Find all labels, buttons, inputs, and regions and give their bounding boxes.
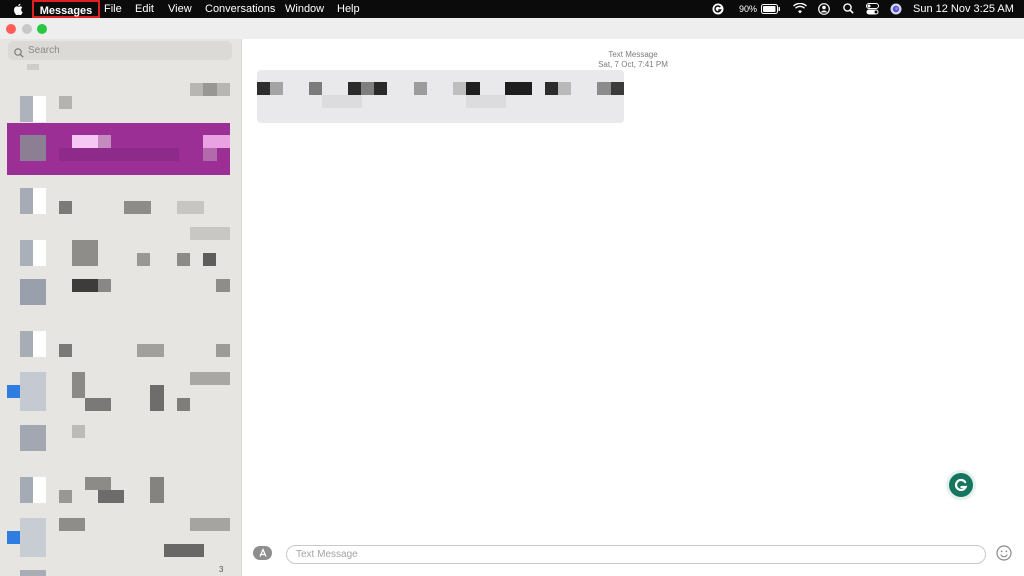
message-bubble[interactable]	[257, 70, 624, 123]
conversation-pane: Text Message Sat, 7 Oct, 7:41 PM Text Me…	[242, 39, 1024, 576]
menu-bar: Messages File Edit View Conversations Wi…	[0, 0, 1024, 18]
emoji-icon[interactable]	[996, 545, 1012, 566]
battery-percent: 90%	[739, 4, 758, 14]
siri-icon[interactable]	[890, 3, 902, 18]
app-store-button[interactable]	[253, 546, 272, 560]
service-label: Text Message	[608, 50, 658, 59]
unread-count-badge: 3	[219, 565, 224, 574]
grammarly-icon[interactable]	[712, 3, 724, 18]
avatar	[20, 279, 46, 305]
conversation-item[interactable]	[7, 64, 230, 76]
search-icon	[14, 45, 24, 63]
spotlight-search-icon[interactable]	[843, 3, 854, 17]
avatar	[20, 135, 46, 161]
close-window-button[interactable]	[6, 24, 16, 34]
unread-indicator	[7, 531, 20, 544]
conversation-item[interactable]	[7, 477, 230, 519]
menu-help[interactable]: Help	[337, 0, 360, 18]
wifi-icon[interactable]	[793, 2, 807, 17]
conversation-sidebar: Search 3	[0, 39, 242, 576]
menu-conversations[interactable]: Conversations	[205, 0, 275, 18]
unread-indicator	[7, 385, 20, 398]
battery-icon[interactable]	[761, 4, 781, 17]
conversation-item[interactable]	[7, 370, 230, 412]
control-center-icon[interactable]	[866, 3, 879, 18]
avatar	[20, 425, 46, 451]
menu-messages[interactable]: Messages	[32, 0, 100, 18]
search-field[interactable]: Search	[8, 41, 232, 60]
minimize-window-button[interactable]	[22, 24, 32, 34]
avatar	[20, 518, 46, 557]
conversation-item[interactable]	[7, 81, 230, 123]
app-store-icon	[259, 547, 267, 557]
avatar	[20, 372, 46, 411]
grammarly-button[interactable]	[949, 473, 973, 497]
message-input-placeholder: Text Message	[296, 549, 358, 560]
conversation-item[interactable]	[7, 227, 230, 269]
conversation-item[interactable]	[7, 425, 230, 467]
window-titlebar	[0, 18, 1024, 40]
conversation-item-selected[interactable]	[7, 123, 230, 175]
menu-window[interactable]: Window	[285, 0, 324, 18]
conversation-item[interactable]	[7, 182, 230, 224]
menu-file[interactable]: File	[104, 0, 122, 18]
search-placeholder: Search	[28, 45, 60, 56]
zoom-window-button[interactable]	[37, 24, 47, 34]
conversation-item[interactable]	[7, 516, 230, 558]
message-timestamp: Sat, 7 Oct, 7:41 PM	[598, 60, 668, 69]
avatar	[20, 570, 46, 576]
apple-logo-icon[interactable]	[13, 0, 25, 18]
menu-edit[interactable]: Edit	[135, 0, 154, 18]
conversation-item[interactable]	[7, 331, 230, 373]
conversation-item[interactable]: 3	[7, 565, 230, 576]
menu-view[interactable]: View	[168, 0, 192, 18]
grammarly-icon	[954, 478, 968, 492]
conversation-item[interactable]	[7, 279, 230, 321]
user-icon[interactable]	[818, 3, 830, 18]
message-input[interactable]: Text Message	[286, 545, 986, 564]
clock-datetime[interactable]: Sun 12 Nov 3:25 AM	[913, 0, 1014, 18]
